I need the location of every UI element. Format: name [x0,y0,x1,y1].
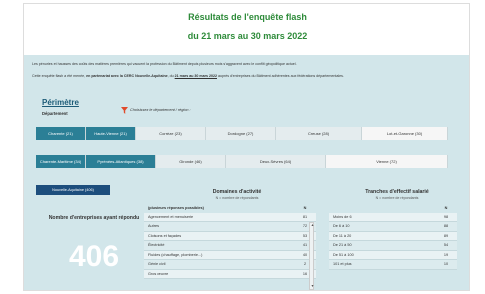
scroll-down-icon[interactable]: ▼ [310,284,315,289]
row-label: De 6 à 10 [333,224,350,229]
dept-button-pyrenees-atlantiques[interactable]: Pyrénées-Atlantiques (38) [86,155,156,168]
table-row: Génie civil 2 [144,260,316,270]
column-header-n: N [444,205,448,210]
page-title: Résultats de l'enquête flash [188,12,307,22]
row-label: De 21 à 50 [333,243,352,248]
table-row: Autres 72 [144,222,316,232]
domaines-scrollbar[interactable]: ▲ ▼ [309,222,314,290]
domaines-title: Domaines d'activité [212,189,262,195]
row-label: Autres [148,224,159,229]
intro-partner: en partenariat avec la CERC Nouvelle-Aqu… [86,74,168,78]
table-row: 101 et plus 10 [329,260,457,270]
filter-icon [121,107,128,114]
tranches-table: N Moins de 6 98 De 6 à 10 88 De 11 à 20 89 … [329,203,457,270]
tranches-title: Tranches d'effectif salarié [365,189,429,195]
table-row: Agencement et menuiserie 81 [144,212,316,222]
intro-paragraph-1: Les pénuries et hausses des coûts des ma… [32,62,297,66]
table-row: Fluides (chauffage, plomberie...) 40 [144,250,316,260]
dept-button-lot-et-garonne[interactable]: Lot-et-Garonne (30) [362,127,448,140]
table-row: De 11 à 20 89 [329,231,457,241]
row-value: 54 [443,243,449,248]
row-label: Électricité [148,243,165,248]
dept-button-creuse[interactable]: Creuse (28) [276,127,362,140]
row-label: Génie civil [148,262,166,267]
row-label: Agencement et menuiserie [148,214,194,219]
tranches-subtitle: N = nombre de répondants [375,196,419,200]
department-buttons-row-1: Charente (21) Haute-Vienne (21) Corrèze … [36,127,448,140]
row-value: 89 [443,233,449,238]
department-label: Département [42,111,68,116]
respondents-count-value: 406 [68,240,120,273]
dept-button-charente[interactable]: Charente (21) [36,127,86,140]
table-row: Cloisons et façades 53 [144,231,316,241]
page-subtitle: du 21 mars au 30 mars 2022 [187,31,308,41]
row-value: 98 [443,214,449,219]
dept-button-gironde[interactable]: Gironde (46) [156,155,226,168]
table-row: De 6 à 10 88 [329,222,457,232]
dept-button-vienne[interactable]: Vienne (72) [326,155,448,168]
row-label: Fluides (chauffage, plomberie...) [148,252,203,257]
row-value: 19 [443,252,449,257]
row-label: Gros œuvre [148,271,169,276]
dept-button-charente-maritime[interactable]: Charente-Maritime (34) [36,155,86,168]
intro-text: Cette enquête flash a été menée, [32,74,87,78]
row-value: 10 [443,262,449,267]
intro-dates: 21 mars au 30 mars 2022 [174,74,217,78]
dept-button-deux-sevres[interactable]: Deux-Sèvres (64) [226,155,326,168]
intro-paragraph-2: Cette enquête flash a été menée, en part… [32,74,462,79]
domaines-table: (plusieurs réponses possibles) N Agencem… [144,203,316,279]
dept-button-dordogne[interactable]: Dordogne (27) [206,127,276,140]
table-row: Électricité 41 [144,241,316,251]
column-header: (plusieurs réponses possibles) [148,205,204,210]
table-row: Gros œuvre 16 [144,269,316,279]
row-label: Cloisons et façades [148,233,182,238]
row-label: Moins de 6 [333,214,352,219]
table-row: De 51 à 100 19 [329,250,457,260]
respondents-count-title: Nombre d'entreprises ayant répondu [48,215,140,221]
filter-hint: Choisissez le département / région : [130,108,191,112]
dept-button-haute-vienne[interactable]: Haute-Vienne (21) [86,127,136,140]
intro-text: , du [167,74,175,78]
row-label: 101 et plus [333,262,352,267]
content-panel: Les pénuries et hausses des coûts des ma… [24,55,469,290]
table-row: De 21 à 50 54 [329,241,457,251]
table-header-row: N [329,203,457,213]
title-bar: Résultats de l'enquête flash du 21 mars … [24,4,469,54]
table-header-row: (plusieurs réponses possibles) N [144,203,316,213]
row-value: 81 [302,214,308,219]
dept-button-correze[interactable]: Corrèze (23) [136,127,206,140]
row-label: De 11 à 20 [333,233,352,238]
region-button-nouvelle-aquitaine[interactable]: Nouvelle-Aquitaine (406) [36,185,110,195]
intro-text: auprès d'entreprises du Bâtiment adhéren… [217,74,344,78]
column-header-n: N [303,205,307,210]
perimetre-title: Périmètre [42,98,79,107]
domaines-subtitle: N = nombre de répondants [215,196,259,200]
department-buttons-row-2: Charente-Maritime (34) Pyrénées-Atlantiq… [36,155,448,168]
report-frame: Résultats de l'enquête flash du 21 mars … [23,3,470,291]
row-label: De 51 à 100 [333,252,354,257]
table-row: Moins de 6 98 [329,212,457,222]
row-value: 88 [443,224,449,229]
scroll-up-icon[interactable]: ▲ [310,223,315,228]
